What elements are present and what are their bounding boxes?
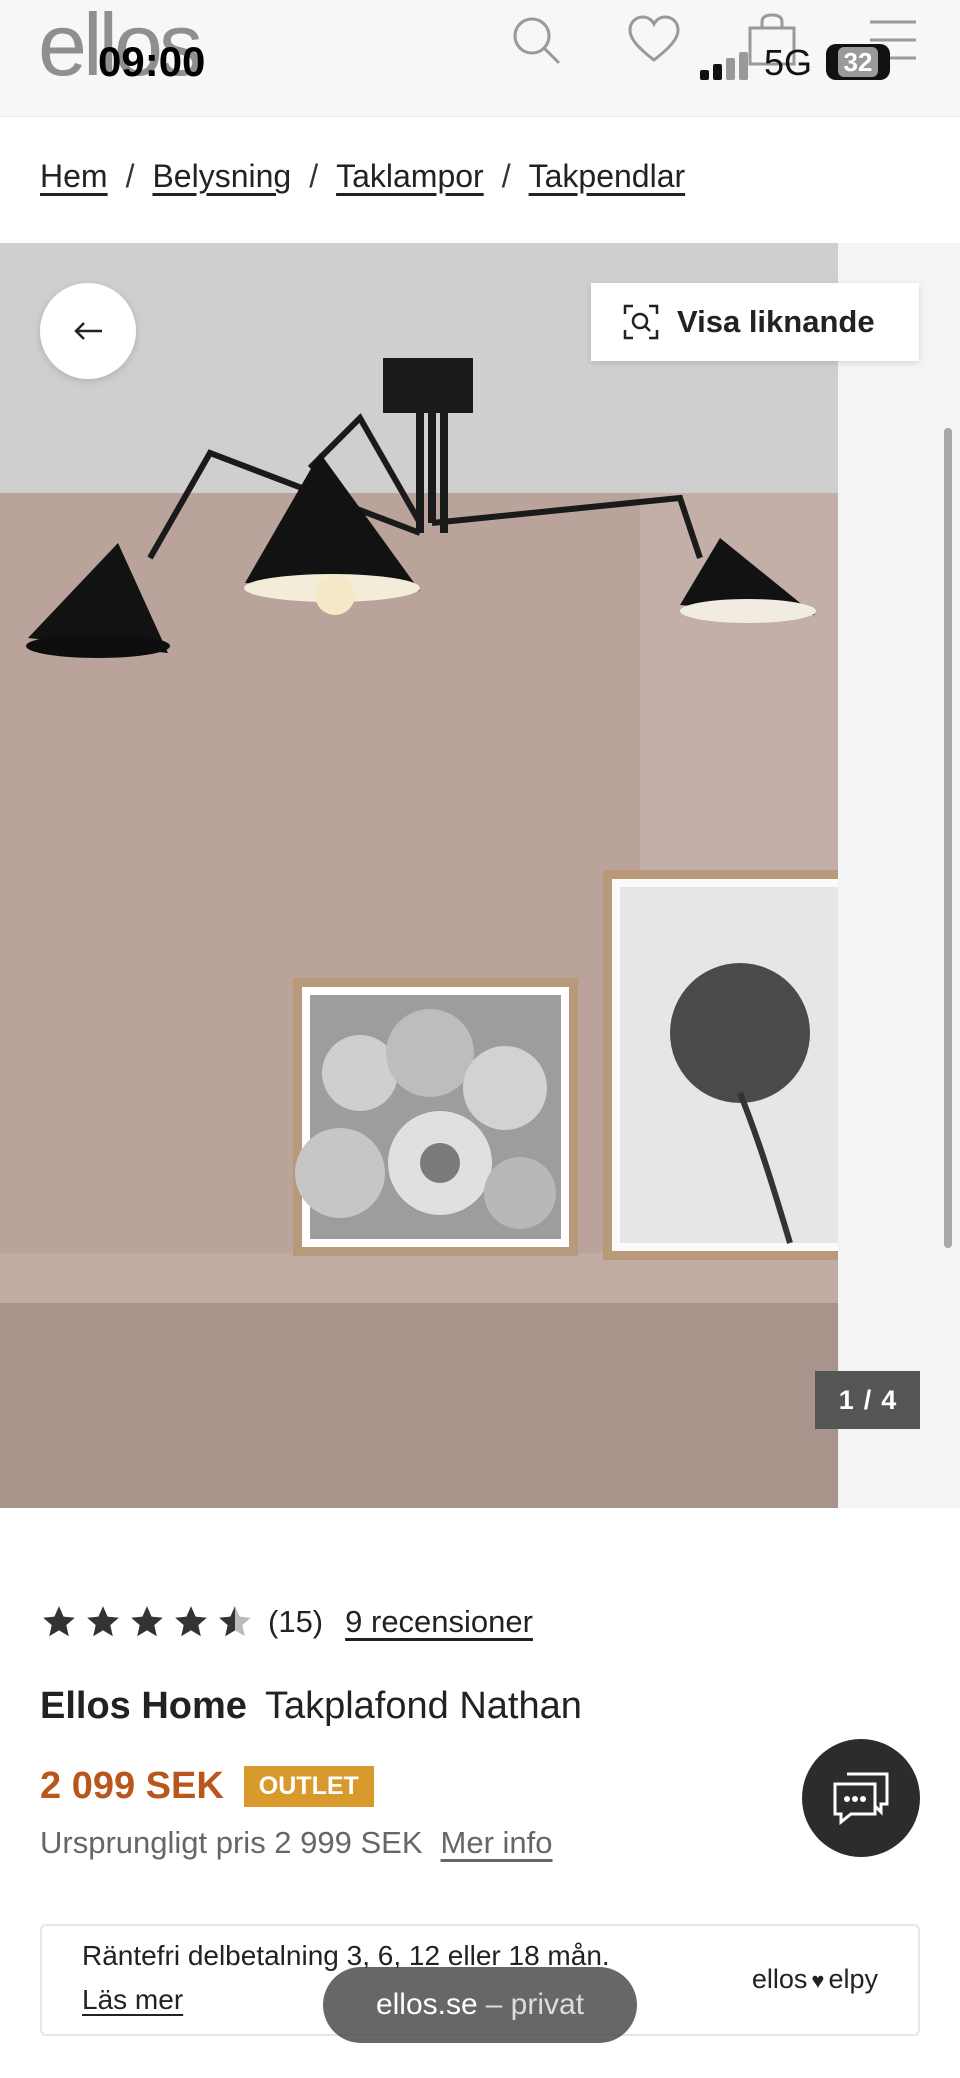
product-gallery[interactable]: Visa liknande 1 / 4	[0, 243, 960, 1508]
breadcrumb-link-hem[interactable]: Hem	[40, 158, 108, 194]
original-price: Ursprungligt pris 2 999 SEK	[40, 1825, 423, 1860]
top-bar: ellos 09:00 5G 32	[0, 0, 960, 117]
product-image[interactable]	[0, 243, 838, 1508]
star-full-icon	[131, 1606, 163, 1637]
next-image-peek[interactable]	[838, 243, 960, 1508]
heart-icon[interactable]	[626, 12, 682, 68]
product-brand[interactable]: Ellos Home	[40, 1685, 247, 1727]
page-scrollbar[interactable]	[944, 428, 952, 1248]
star-half-icon	[219, 1606, 251, 1637]
partner-ellos-label: ellos	[751, 1964, 808, 1994]
product-price: 2 099 SEK	[40, 1765, 224, 1807]
breadcrumb-link-taklampor[interactable]: Taklampor	[336, 158, 484, 194]
partner-elpy-label: elpy	[828, 1964, 878, 1994]
back-button[interactable]	[40, 283, 136, 379]
show-similar-button[interactable]: Visa liknande	[591, 283, 919, 361]
breadcrumb-link-takpendlar[interactable]: Takpendlar	[529, 158, 686, 194]
financing-read-more-link[interactable]: Läs mer	[82, 1984, 183, 2016]
network-label: 5G	[764, 42, 813, 83]
domain-suffix: – privat	[485, 1988, 585, 2021]
chat-icon	[833, 1772, 889, 1826]
heart-icon: ♥	[811, 1968, 825, 1993]
breadcrumb: Hem / Belysning / Taklampor / Takpendlar	[40, 158, 685, 195]
original-price-row: Ursprungligt pris 2 999 SEK Mer info	[40, 1825, 553, 1861]
breadcrumb-separator: /	[501, 158, 511, 194]
more-info-link[interactable]: Mer info	[441, 1825, 553, 1860]
product-name: Takplafond Nathan	[264, 1685, 582, 1727]
breadcrumb-separator: /	[125, 158, 135, 194]
product-title: Ellos Home Takplafond Nathan	[40, 1685, 582, 1728]
image-counter-current: 1	[838, 1384, 854, 1415]
chat-button[interactable]	[802, 1739, 920, 1857]
payment-partner-logo: ellos ♥ elpy	[752, 1964, 878, 1995]
signal-icon	[700, 50, 750, 80]
image-counter-total: 4	[881, 1384, 897, 1415]
star-full-icon	[43, 1606, 75, 1637]
outlet-badge: OUTLET	[243, 1766, 374, 1807]
status-time: 09:00	[98, 38, 206, 85]
show-similar-label: Visa liknande	[677, 304, 875, 339]
battery-level: 32	[837, 47, 879, 77]
site-domain-pill: ellos.se – privat	[323, 1967, 637, 2043]
search-icon[interactable]	[508, 12, 564, 68]
rating-stars	[40, 1603, 254, 1641]
visual-search-icon	[623, 304, 659, 340]
price-row: 2 099 SEK OUTLET	[40, 1765, 374, 1808]
star-full-icon	[87, 1606, 119, 1637]
image-counter: 1 / 4	[815, 1371, 920, 1429]
breadcrumb-separator: /	[309, 158, 319, 194]
reviews-link[interactable]: 9 recensioner	[345, 1604, 533, 1640]
product-rating: (15) 9 recensioner	[40, 1603, 533, 1641]
battery-indicator: 32	[826, 44, 890, 80]
arrow-left-icon	[74, 322, 102, 340]
image-counter-separator: /	[863, 1384, 872, 1415]
domain-name: ellos.se	[375, 1988, 478, 2021]
scrollbar-thumb[interactable]	[944, 428, 952, 1248]
star-full-icon	[175, 1606, 207, 1637]
breadcrumb-link-belysning[interactable]: Belysning	[152, 158, 291, 194]
rating-count: (15)	[268, 1604, 324, 1639]
